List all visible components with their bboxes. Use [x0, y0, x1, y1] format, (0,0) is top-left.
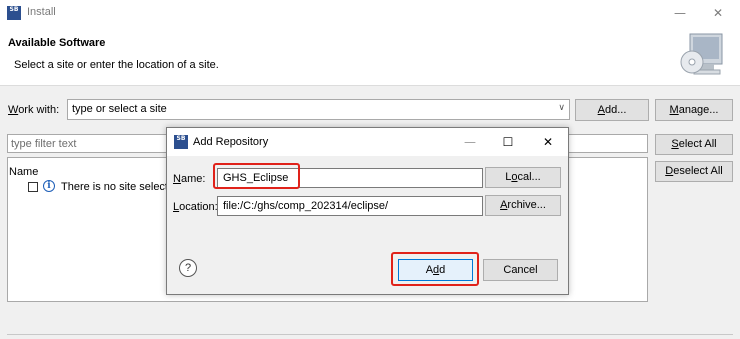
- page-title: Available Software: [8, 37, 106, 49]
- list-header-name: Name: [9, 166, 39, 178]
- select-all-button[interactable]: Select All: [655, 134, 733, 155]
- minimize-icon[interactable]: —: [666, 3, 694, 23]
- add-highlight-box: [391, 252, 479, 286]
- chevron-down-icon[interactable]: ∨: [558, 102, 565, 113]
- dialog-app-icon: SB: [174, 135, 188, 149]
- work-with-value: type or select a site: [72, 103, 167, 115]
- work-with-combo[interactable]: type or select a site ∨: [67, 99, 570, 120]
- add-site-button[interactable]: Add...: [575, 99, 649, 121]
- manage-button[interactable]: Manage...: [655, 99, 733, 121]
- dialog-minimize-icon[interactable]: —: [457, 133, 483, 151]
- filter-input[interactable]: type filter text: [7, 134, 167, 153]
- filter-input-right[interactable]: [568, 134, 648, 153]
- local-button[interactable]: Local...: [485, 167, 561, 188]
- deselect-all-button[interactable]: Deselect All: [655, 161, 733, 182]
- header-area: Available Software Select a site or ente…: [0, 26, 740, 86]
- location-field-value: file:/C:/ghs/comp_202314/eclipse/: [223, 200, 389, 212]
- info-icon: i: [43, 180, 55, 192]
- row-checkbox[interactable]: [28, 182, 38, 192]
- cancel-button[interactable]: Cancel: [483, 259, 558, 281]
- list-item-text: There is no site select: [61, 181, 168, 193]
- name-highlight-box: [213, 163, 300, 189]
- monitor-cd-icon: [680, 33, 723, 75]
- add-repository-dialog: SB Add Repository — ☐ ✕ Name: GHS_Eclips…: [166, 127, 569, 295]
- dialog-titlebar: SB Add Repository — ☐ ✕: [167, 128, 568, 156]
- close-icon[interactable]: ✕: [704, 3, 732, 23]
- dialog-maximize-icon[interactable]: ☐: [495, 133, 521, 151]
- location-field[interactable]: file:/C:/ghs/comp_202314/eclipse/: [217, 196, 483, 216]
- work-with-label: Work with:: [8, 104, 60, 116]
- divider: [7, 334, 733, 335]
- location-label: Location:: [173, 201, 218, 213]
- help-icon[interactable]: ?: [179, 259, 197, 277]
- window-title: Install: [27, 6, 56, 18]
- name-label: Name:: [173, 173, 206, 185]
- dialog-title: Add Repository: [193, 136, 269, 148]
- archive-button[interactable]: Archive...: [485, 195, 561, 216]
- app-icon: SB: [7, 6, 21, 20]
- page-subtitle: Select a site or enter the location of a…: [14, 59, 219, 71]
- filter-placeholder: type filter text: [11, 138, 77, 150]
- dialog-close-icon[interactable]: ✕: [535, 133, 561, 151]
- window-titlebar: SB Install — ✕: [0, 0, 740, 26]
